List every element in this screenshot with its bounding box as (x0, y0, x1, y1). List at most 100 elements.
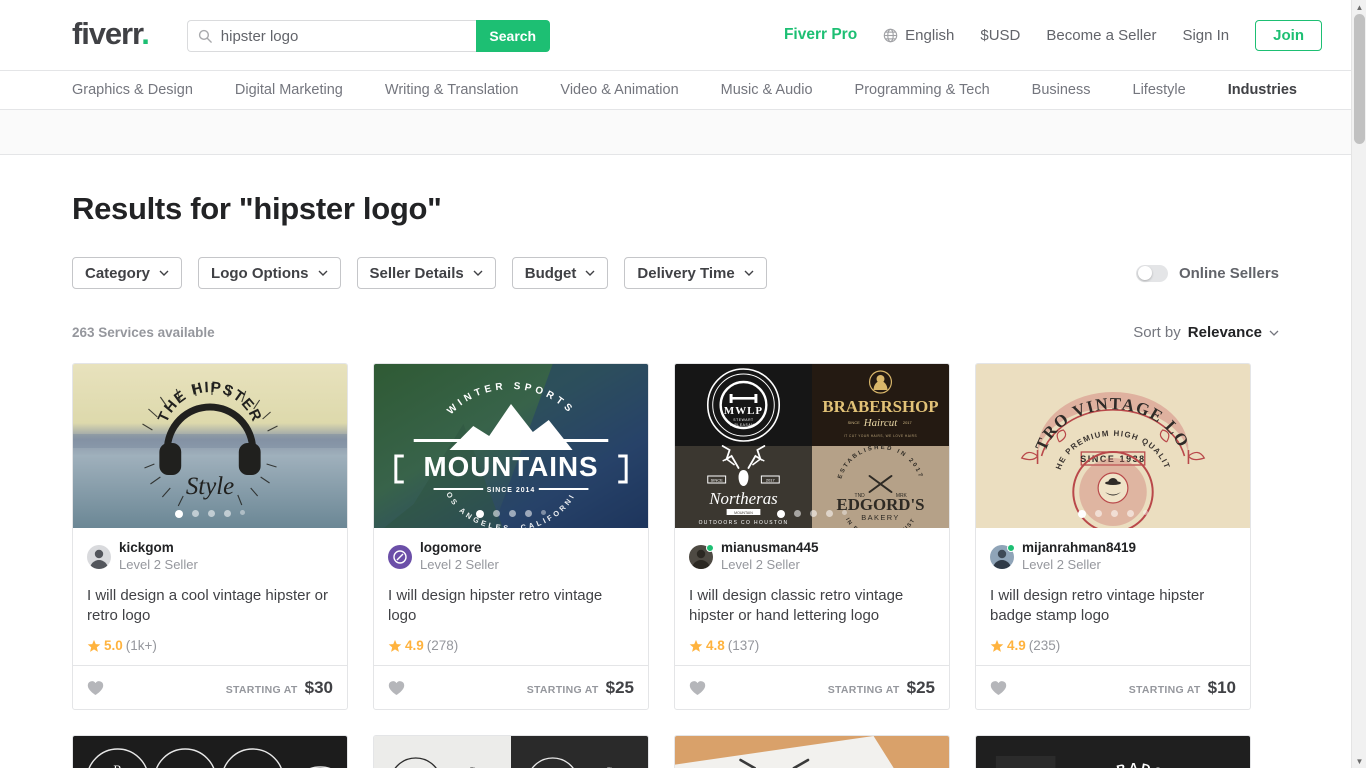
carousel-dot-2[interactable] (192, 510, 199, 517)
carousel-dot-4[interactable] (224, 510, 231, 517)
gig-thumbnail[interactable]: R K N ♥ HB stitch ESTD 2013 (73, 736, 347, 768)
gig-card[interactable]: WINTER SPORTS MOUNTAINS SINCE 2014 LOS A… (373, 363, 649, 711)
currency-selector[interactable]: $USD (980, 27, 1020, 44)
gig-card[interactable]: MWLP STEWART & PLEASANT BRABERSHOP Hairc… (674, 363, 950, 711)
heart-icon[interactable] (689, 680, 706, 696)
gig-price-value: $25 (605, 677, 634, 697)
gig-seller-name[interactable]: kickgom (119, 540, 198, 557)
gig-title[interactable]: I will design classic retro vintage hips… (689, 586, 935, 626)
gig-thumbnail[interactable]: PSTER BADGE STA (976, 736, 1250, 768)
gig-thumbnail[interactable]: WINTER SPORTS MOUNTAINS SINCE 2014 LOS A… (374, 364, 648, 528)
scroll-up-arrow[interactable]: ▲ (1352, 0, 1366, 14)
gig-title[interactable]: I will design hipster retro vintage logo (388, 586, 634, 626)
carousel-dots[interactable] (976, 510, 1250, 518)
avatar[interactable] (87, 544, 111, 569)
gig-price: STARTING AT $25 (828, 678, 935, 698)
logo-dot: . (141, 15, 150, 51)
toggle-track[interactable] (1135, 264, 1168, 282)
gig-thumbnail[interactable]: THE HIPSTER Style (73, 364, 347, 528)
gig-thumbnail-art-hipster-style: THE HIPSTER Style (73, 364, 347, 528)
nav-item-writing-translation[interactable]: Writing & Translation (385, 82, 519, 98)
scroll-down-arrow[interactable]: ▼ (1352, 754, 1366, 768)
gig-card[interactable]: PSTER BADGE STA (975, 735, 1251, 768)
gig-rating: 4.9 (235) (990, 638, 1236, 665)
gig-seller[interactable]: mijanrahman8419 Level 2 Seller (990, 540, 1236, 573)
nav-item-music-audio[interactable]: Music & Audio (721, 82, 813, 98)
gig-seller[interactable]: kickgom Level 2 Seller (87, 540, 333, 573)
heart-icon[interactable] (990, 680, 1007, 696)
nav-item-lifestyle[interactable]: Lifestyle (1133, 82, 1186, 98)
filter-category[interactable]: Category (72, 257, 183, 289)
avatar[interactable] (689, 543, 714, 569)
gig-seller-level: Level 2 Seller (721, 556, 800, 572)
carousel-dots[interactable] (73, 510, 347, 518)
gig-thumbnail[interactable]: RETRO VINTAGE LOGO THE PREMIUM HIGH QUAL… (976, 364, 1250, 528)
carousel-dot-5[interactable] (1143, 510, 1148, 515)
gig-card[interactable]: R K N ♥ HB stitch ESTD 2013 (72, 735, 348, 768)
carousel-dot-2[interactable] (794, 510, 801, 517)
gig-card[interactable]: Hamburger The VINTAGE APPAREL COMPANY Ha… (373, 735, 649, 768)
scrollbar-thumb[interactable] (1354, 14, 1365, 144)
carousel-dots[interactable] (374, 510, 648, 518)
search-button[interactable]: Search (475, 20, 550, 52)
carousel-dot-2[interactable] (493, 510, 500, 517)
carousel-dot-5[interactable] (240, 510, 245, 515)
svg-text:STEWART: STEWART (733, 418, 753, 422)
carousel-dot-2[interactable] (1095, 510, 1102, 517)
carousel-dot-3[interactable] (810, 510, 817, 517)
sign-in-link[interactable]: Sign In (1182, 27, 1229, 44)
gig-card[interactable]: RETRO VINTAGE LOGO THE PREMIUM HIGH QUAL… (975, 363, 1251, 711)
carousel-dot-3[interactable] (1111, 510, 1118, 517)
gig-seller-level: Level 2 Seller (420, 556, 499, 572)
fiverr-pro-link[interactable]: Fiverr Pro (784, 26, 857, 44)
join-button[interactable]: Join (1255, 19, 1322, 51)
gig-seller-name[interactable]: mijanrahman8419 (1022, 540, 1136, 557)
gig-seller-name[interactable]: mianusman445 (721, 540, 819, 557)
carousel-dot-5[interactable] (842, 510, 847, 515)
carousel-dot-5[interactable] (541, 510, 546, 515)
filter-category-label: Category (85, 264, 151, 282)
heart-icon[interactable] (87, 680, 104, 696)
gig-seller[interactable]: mianusman445 Level 2 Seller (689, 540, 935, 573)
nav-item-graphics-design[interactable]: Graphics & Design (72, 82, 193, 98)
gig-seller-name[interactable]: logomore (420, 540, 499, 557)
language-selector[interactable]: English (883, 27, 954, 44)
gig-thumbnail[interactable]: MWLP STEWART & PLEASANT BRABERSHOP Hairc… (675, 364, 949, 528)
become-a-seller-link[interactable]: Become a Seller (1046, 27, 1156, 44)
carousel-dots[interactable] (675, 510, 949, 518)
carousel-dot-1[interactable] (1078, 510, 1086, 518)
carousel-dot-1[interactable] (476, 510, 484, 518)
filter-seller-details[interactable]: Seller Details (356, 257, 496, 289)
avatar[interactable] (388, 544, 412, 569)
carousel-dot-1[interactable] (175, 510, 183, 518)
carousel-dot-1[interactable] (777, 510, 785, 518)
filter-logo-options[interactable]: Logo Options (198, 257, 341, 289)
gig-thumbnail[interactable]: Hamburger The VINTAGE APPAREL COMPANY Ha… (374, 736, 648, 768)
gig-card[interactable] (674, 735, 950, 768)
filter-budget[interactable]: Budget (511, 257, 609, 289)
gig-card[interactable]: THE HIPSTER Style kickgom Level 2 Seller… (72, 363, 348, 711)
carousel-dot-3[interactable] (509, 510, 516, 517)
nav-item-programming-tech[interactable]: Programming & Tech (855, 82, 990, 98)
heart-icon[interactable] (388, 680, 405, 696)
nav-item-business[interactable]: Business (1032, 82, 1091, 98)
filter-delivery-time[interactable]: Delivery Time (624, 257, 767, 289)
gig-title[interactable]: I will design a cool vintage hipster or … (87, 586, 333, 626)
carousel-dot-4[interactable] (826, 510, 833, 517)
sort-by-dropdown[interactable]: Sort by Relevance (1133, 324, 1279, 341)
carousel-dot-4[interactable] (1127, 510, 1134, 517)
carousel-dot-4[interactable] (525, 510, 532, 517)
page-scrollbar[interactable]: ▲ ▼ (1351, 0, 1366, 768)
nav-item-industries[interactable]: Industries (1228, 82, 1297, 98)
avatar[interactable] (990, 543, 1015, 569)
search-input[interactable] (220, 27, 476, 45)
gig-title[interactable]: I will design retro vintage hipster badg… (990, 586, 1236, 626)
fiverr-logo[interactable]: fiverr. (72, 15, 150, 51)
gig-thumbnail[interactable] (675, 736, 949, 768)
nav-item-digital-marketing[interactable]: Digital Marketing (235, 82, 343, 98)
carousel-dot-3[interactable] (208, 510, 215, 517)
gig-seller[interactable]: logomore Level 2 Seller (388, 540, 634, 573)
search-input-container[interactable] (186, 20, 476, 52)
nav-item-video-animation[interactable]: Video & Animation (560, 82, 678, 98)
online-sellers-toggle[interactable]: Online Sellers (1135, 264, 1279, 282)
